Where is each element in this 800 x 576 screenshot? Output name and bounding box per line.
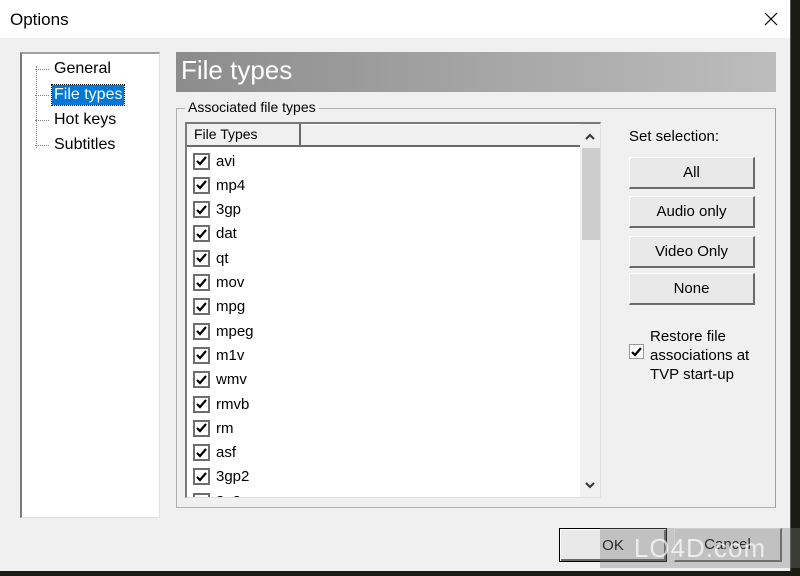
checkmark-icon	[196, 399, 207, 409]
list-item[interactable]: mpg	[193, 296, 245, 318]
checkbox[interactable]	[193, 298, 210, 316]
file-type-label: 3gp2	[216, 468, 250, 486]
checkbox[interactable]	[193, 176, 210, 194]
checkbox[interactable]	[193, 468, 210, 486]
checkmark-icon	[196, 472, 207, 482]
chevron-up-icon	[585, 133, 595, 140]
checkbox[interactable]	[193, 249, 210, 267]
page-header: File types	[176, 52, 776, 92]
set-selection-label: Set selection:	[629, 128, 720, 145]
vertical-scrollbar[interactable]	[580, 124, 600, 497]
list-item[interactable]: wmv	[193, 369, 247, 391]
checkbox[interactable]	[193, 444, 210, 462]
tree-item-hot-keys[interactable]: Hot keys	[35, 110, 118, 130]
checkmark-icon	[196, 350, 207, 361]
list-item[interactable]: 3gp	[193, 199, 241, 221]
list-item[interactable]: avi	[193, 150, 235, 172]
list-header: File Types	[187, 124, 580, 147]
checkbox[interactable]	[193, 371, 210, 389]
page-title: File types	[181, 55, 293, 85]
file-type-label: asf	[216, 444, 237, 462]
close-icon	[764, 12, 778, 26]
checkmark-icon	[196, 204, 207, 215]
select-all-button[interactable]: All	[629, 157, 755, 189]
ok-button[interactable]: OK	[559, 528, 667, 562]
checkbox[interactable]	[193, 152, 210, 170]
checkmark-icon	[196, 253, 207, 263]
checkbox[interactable]	[193, 419, 210, 437]
file-type-label: mov	[216, 274, 245, 291]
column-header-empty	[303, 124, 580, 146]
window-title: Options	[10, 10, 69, 29]
list-item[interactable]: dat	[193, 223, 237, 245]
file-type-label: 3g2	[216, 493, 241, 497]
file-type-label: mpeg	[216, 322, 254, 340]
options-dialog: Options General File types Hot keys Subt…	[0, 0, 791, 571]
file-type-label: mp4	[216, 176, 246, 194]
checkbox[interactable]	[193, 395, 210, 413]
column-header-file-types[interactable]: File Types	[187, 124, 301, 145]
chevron-down-icon	[585, 481, 595, 488]
checkmark-icon	[196, 156, 207, 166]
file-types-list[interactable]: File Types avi mp4 3gp dat qt mov mpg mpeg m1v wm…	[185, 122, 601, 498]
list-item[interactable]: mov	[193, 272, 244, 294]
tree-item-file-types[interactable]: File types	[35, 84, 126, 106]
checkbox[interactable]	[193, 346, 210, 364]
tree-item-general[interactable]: General	[35, 59, 113, 79]
file-type-label: m1v	[216, 346, 245, 364]
checkbox[interactable]	[193, 225, 210, 243]
checkmark-icon	[196, 423, 207, 433]
tree-item-label: General	[54, 60, 111, 77]
checkmark-icon	[196, 326, 207, 336]
checkbox[interactable]	[629, 344, 644, 359]
checkmark-icon	[196, 374, 207, 385]
checkmark-icon	[631, 346, 642, 357]
group-label: Associated file types	[185, 99, 319, 115]
tree-item-label: File types	[54, 86, 123, 103]
file-type-label: mpg	[216, 298, 246, 316]
restore-label: Restore file associations at TVP start-u…	[650, 328, 750, 383]
file-type-label: rm	[216, 419, 234, 437]
title-bar: Options	[0, 0, 790, 38]
list-item[interactable]: m1v	[193, 344, 244, 366]
list-item[interactable]: qt	[193, 247, 229, 269]
file-type-label: 3gp	[216, 201, 242, 219]
tree-connector	[36, 66, 49, 148]
cancel-button[interactable]: Cancel	[674, 528, 782, 562]
scroll-up-button[interactable]	[580, 126, 600, 146]
checkbox[interactable]	[193, 322, 210, 340]
checkmark-icon	[196, 447, 207, 458]
file-type-label: dat	[216, 225, 237, 243]
checkmark-icon	[196, 302, 207, 312]
scroll-down-button[interactable]	[580, 475, 600, 495]
select-audio-only-button[interactable]: Audio only	[629, 196, 755, 228]
select-none-button[interactable]: None	[629, 273, 755, 305]
checkbox[interactable]	[193, 201, 210, 219]
list-item[interactable]: rmvb	[193, 393, 249, 415]
select-video-only-button[interactable]: Video Only	[629, 236, 755, 268]
list-item[interactable]: asf	[193, 442, 236, 464]
list-item[interactable]: mp4	[193, 174, 245, 196]
restore-associations-checkbox[interactable]: Restore file associations at TVP start-u…	[629, 327, 760, 384]
list-item[interactable]: mpeg	[193, 320, 254, 342]
scroll-thumb[interactable]	[582, 148, 600, 240]
checkmark-icon	[196, 229, 207, 239]
file-type-label: wmv	[216, 371, 247, 389]
checkmark-icon	[196, 277, 207, 288]
list-item[interactable]: 3g2	[193, 490, 241, 497]
tree-item-label: Subtitles	[54, 136, 116, 153]
associated-file-types-group: Associated file types File Types avi mp4 3…	[176, 99, 776, 508]
tree-item-label: Hot keys	[54, 111, 117, 128]
list-item[interactable]: rm	[193, 417, 234, 439]
list-item[interactable]: 3gp2	[193, 466, 249, 488]
options-tree: General File types Hot keys Subtitles	[20, 52, 160, 518]
close-button[interactable]	[755, 5, 787, 33]
checkmark-icon	[196, 180, 207, 190]
file-type-label: rmvb	[216, 395, 250, 413]
tree-item-subtitles[interactable]: Subtitles	[35, 135, 117, 155]
file-type-label: qt	[216, 249, 229, 267]
file-type-label: avi	[216, 152, 236, 170]
checkbox[interactable]	[193, 492, 210, 497]
checkbox[interactable]	[193, 274, 210, 291]
